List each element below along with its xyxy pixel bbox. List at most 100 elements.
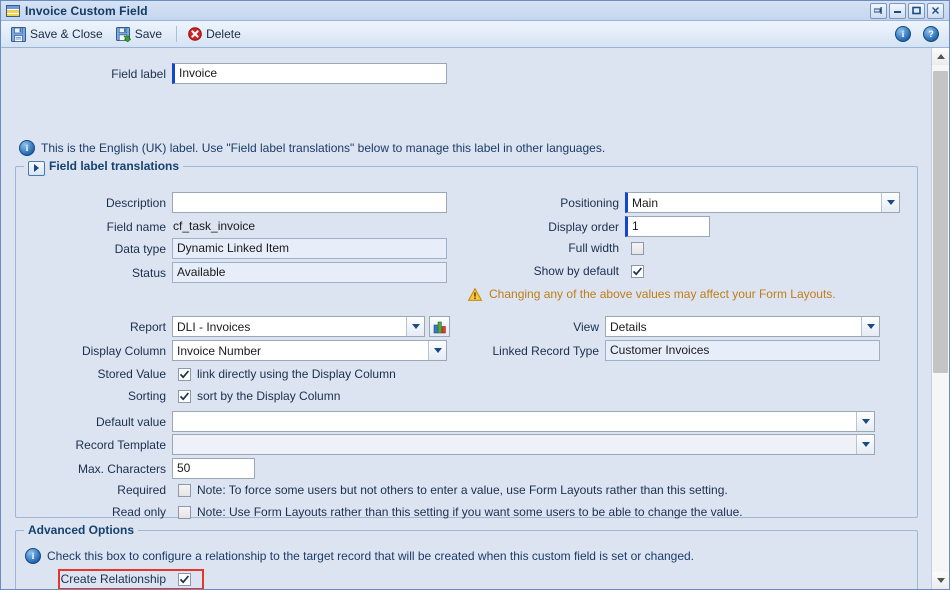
default-value-select[interactable]: [172, 411, 875, 432]
close-button[interactable]: [927, 2, 944, 19]
positioning-row: Positioning Main: [451, 192, 900, 213]
help-icon[interactable]: ?: [923, 26, 939, 42]
status-value: Available: [172, 262, 447, 283]
pin-button[interactable]: [870, 2, 887, 19]
default-value-label: Default value: [95, 414, 166, 429]
required-label: Required: [117, 483, 166, 497]
chevron-down-icon[interactable]: [856, 412, 874, 431]
record-template-select[interactable]: [172, 434, 875, 455]
view-select[interactable]: Details: [605, 316, 880, 337]
show-by-default-row: Show by default: [451, 264, 644, 278]
record-template-label: Record Template: [75, 437, 167, 452]
description-input[interactable]: [172, 192, 447, 213]
stored-value-text: link directly using the Display Column: [197, 367, 396, 381]
field-label-translations-label: Field label translations: [49, 159, 180, 173]
field-name-label: Field name: [106, 219, 166, 234]
sorting-label: Sorting: [127, 389, 166, 403]
scroll-thumb[interactable]: [933, 71, 948, 373]
scroll-down-icon[interactable]: [932, 572, 949, 589]
warning-triangle-icon: [468, 288, 482, 301]
advanced-info-text: Check this box to configure a relationsh…: [47, 549, 695, 563]
required-checkbox[interactable]: [178, 483, 191, 497]
report-label: Report: [129, 319, 166, 334]
chevron-down-icon[interactable]: [861, 317, 879, 336]
toolbar-separator: [176, 26, 178, 42]
minimize-button[interactable]: [889, 2, 906, 19]
create-relationship-row: Create Relationship: [1, 572, 191, 586]
create-relationship-checkbox[interactable]: [178, 572, 191, 586]
positioning-value: Main: [632, 195, 659, 210]
display-column-value: Invoice Number: [177, 343, 262, 358]
advanced-options-legend: Advanced Options: [24, 523, 139, 537]
save-label: Save: [134, 27, 163, 41]
scroll-up-icon[interactable]: [932, 48, 949, 65]
title-bar: Invoice Custom Field: [1, 1, 949, 21]
show-by-default-checkbox[interactable]: [631, 264, 644, 278]
linked-record-type-value: Customer Invoices: [605, 340, 880, 361]
info-icon[interactable]: i: [895, 26, 911, 42]
max-characters-input[interactable]: 50: [172, 458, 255, 479]
expander-toggle[interactable]: [28, 160, 45, 176]
positioning-select[interactable]: Main: [625, 192, 900, 213]
description-row: Description: [1, 192, 447, 213]
display-column-label: Display Column: [81, 343, 166, 358]
chevron-down-icon[interactable]: [406, 317, 424, 336]
sorting-row: Sorting sort by the Display Column: [1, 389, 340, 403]
delete-button[interactable]: Delete: [184, 24, 248, 44]
required-row: Required Note: To force some users but n…: [1, 483, 728, 497]
save-and-close-button[interactable]: Save & Close: [7, 24, 110, 45]
stored-value-row: Stored Value link directly using the Dis…: [1, 367, 396, 381]
record-template-row: Record Template: [1, 434, 875, 455]
read-only-checkbox[interactable]: [178, 505, 191, 519]
status-label: Status: [131, 265, 166, 280]
show-by-default-label: Show by default: [533, 264, 619, 278]
english-label-note-text: This is the English (UK) label. Use "Fie…: [41, 141, 606, 155]
data-type-label: Data type: [114, 241, 166, 256]
floppy-disk-arrow-icon: [115, 26, 132, 42]
full-width-row: Full width: [451, 241, 644, 255]
stored-value-label: Stored Value: [97, 367, 167, 381]
description-label: Description: [105, 195, 166, 210]
save-button[interactable]: Save: [112, 24, 169, 45]
window-controls: [870, 2, 947, 19]
layout-warning-text: Changing any of the above values may aff…: [489, 287, 836, 301]
linked-record-type-row: Linked Record Type Customer Invoices: [451, 340, 880, 361]
report-chart-icon[interactable]: [429, 316, 450, 337]
stored-value-checkbox[interactable]: [178, 367, 191, 381]
advanced-info-row: i Check this box to configure a relation…: [25, 548, 694, 564]
display-order-input[interactable]: 1: [625, 216, 710, 237]
required-note: Note: To force some users but not others…: [197, 483, 728, 497]
chevron-down-icon[interactable]: [881, 193, 899, 212]
view-label: View: [573, 319, 599, 334]
field-label-input[interactable]: Invoice: [172, 63, 447, 84]
linked-record-type-label: Linked Record Type: [492, 343, 599, 358]
layout-warning-row: Changing any of the above values may aff…: [468, 287, 836, 301]
maximize-button[interactable]: [908, 2, 925, 19]
floppy-disk-icon: [11, 26, 26, 42]
status-row: Status Available: [1, 262, 447, 283]
field-label-label: Field label: [111, 66, 166, 81]
scroll-track[interactable]: [932, 65, 949, 572]
invoice-custom-field-window: Invoice Custom Field Save & Close Save D…: [0, 0, 950, 590]
window-title: Invoice Custom Field: [25, 3, 148, 18]
field-label-row: Field label Invoice: [1, 63, 447, 84]
full-width-checkbox[interactable]: [631, 241, 644, 255]
default-value-row: Default value: [1, 411, 875, 432]
sorting-checkbox[interactable]: [178, 389, 191, 403]
info-icon: i: [25, 548, 41, 564]
display-column-row: Display Column Invoice Number: [1, 340, 447, 361]
chevron-down-icon[interactable]: [856, 435, 874, 454]
vertical-scrollbar[interactable]: [931, 48, 949, 589]
english-label-note: i This is the English (UK) label. Use "F…: [19, 140, 605, 156]
full-width-label: Full width: [568, 241, 619, 255]
view-row: View Details: [451, 316, 880, 337]
save-and-close-label: Save & Close: [30, 27, 103, 41]
field-name-row: Field name cf_task_invoice: [1, 216, 447, 237]
display-column-select[interactable]: Invoice Number: [172, 340, 447, 361]
max-characters-row: Max. Characters 50: [1, 458, 255, 479]
form-body: Field label Invoice i This is the Englis…: [1, 48, 949, 589]
read-only-note: Note: Use Form Layouts rather than this …: [197, 505, 743, 519]
chevron-down-icon[interactable]: [428, 341, 446, 360]
form-icon: [6, 4, 20, 17]
report-select[interactable]: DLI - Invoices: [172, 316, 425, 337]
